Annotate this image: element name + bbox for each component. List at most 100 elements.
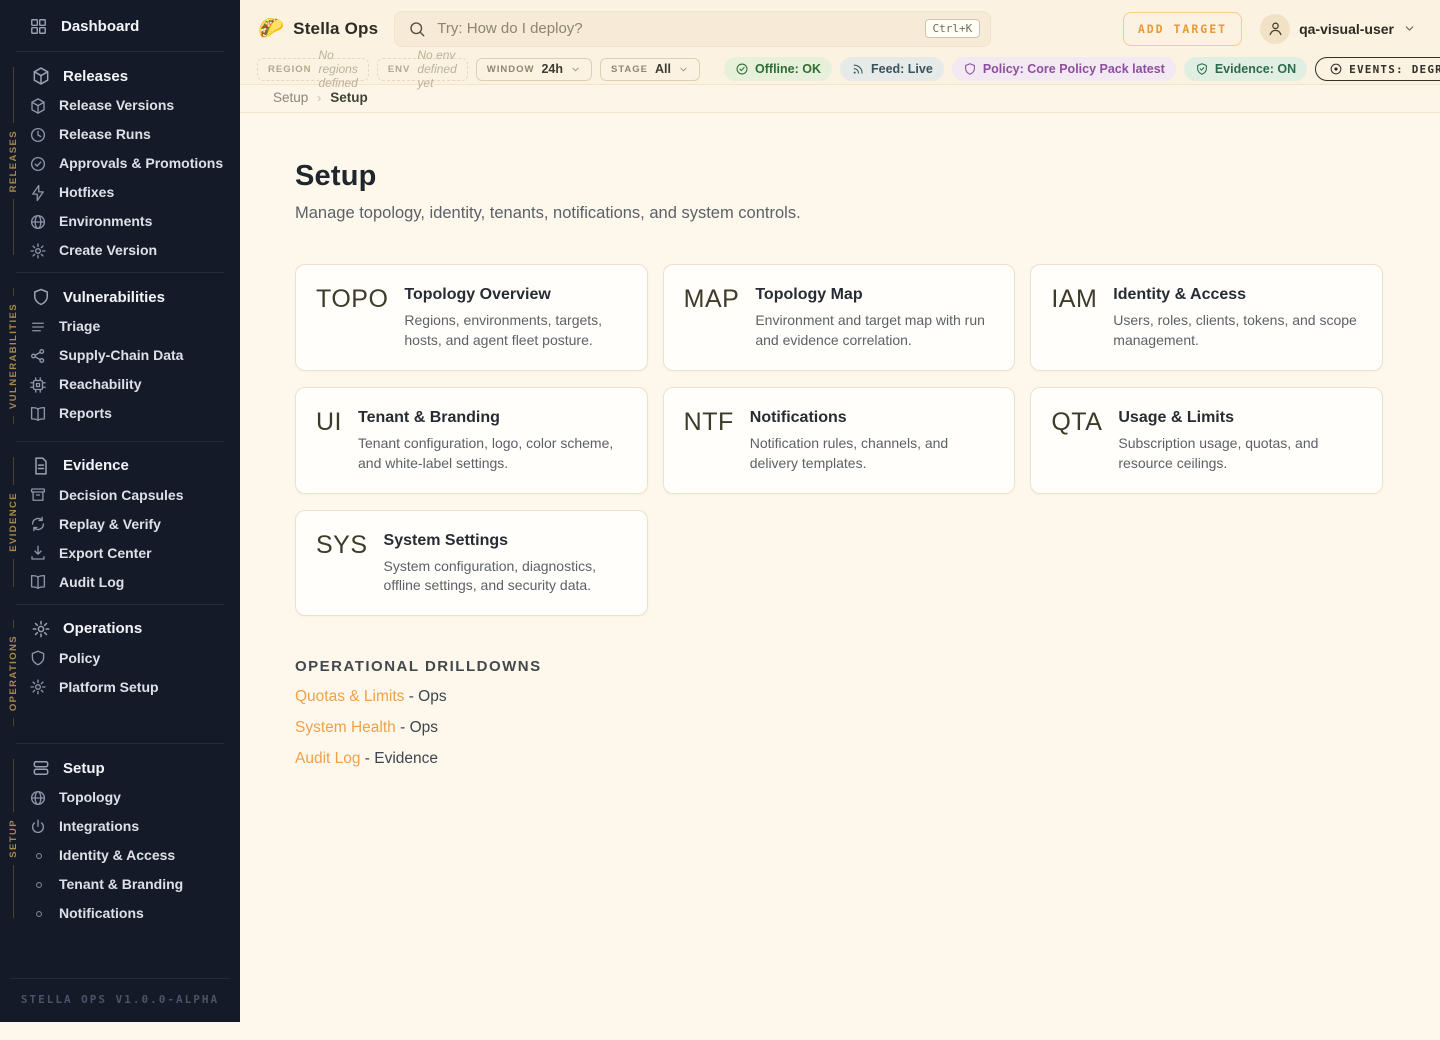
filter-select-stage[interactable]: STAGEAll — [600, 58, 700, 81]
setup-card-notifications[interactable]: NTFNotificationsNotification rules, chan… — [663, 387, 1016, 494]
search-shortcut-kbd: Ctrl+K — [925, 19, 981, 38]
rail-line — [13, 620, 14, 628]
card-abbr: QTA — [1051, 408, 1102, 437]
card-title: Notifications — [750, 409, 995, 427]
gear-icon — [29, 678, 47, 696]
person-icon — [1267, 20, 1284, 37]
drilldown-row-system-health: System Health - Ops — [295, 719, 1383, 737]
sidebar-item-tenant-branding[interactable]: Tenant & Branding — [27, 870, 240, 899]
sidebar-item-release-runs[interactable]: Release Runs — [27, 120, 240, 149]
drilldown-suffix: - Ops — [404, 688, 446, 705]
group-rail: RELEASES — [0, 61, 27, 265]
sidebar-item-supply-chain-data[interactable]: Supply-Chain Data — [27, 341, 240, 370]
status-badge-policy: Policy: Core Policy Pack latest — [952, 57, 1176, 81]
chip-value: No regions defined — [318, 48, 357, 90]
card-abbr: MAP — [684, 285, 740, 314]
sidebar-group-setup: SETUPSetupTopologyIntegrationsIdentity &… — [0, 748, 240, 932]
sidebar-item-release-versions[interactable]: Release Versions — [27, 91, 240, 120]
drilldown-link-audit-log[interactable]: Audit Log — [295, 750, 361, 767]
sidebar-item-releases[interactable]: Releases — [27, 61, 240, 91]
card-body: Usage & LimitsSubscription usage, quotas… — [1118, 407, 1362, 474]
breadcrumb-item[interactable]: Setup — [273, 90, 308, 105]
sidebar-item-platform-setup[interactable]: Platform Setup — [27, 673, 240, 702]
sidebar-item-triage[interactable]: Triage — [27, 312, 240, 341]
group-vertical-label: OPERATIONS — [8, 635, 19, 711]
setup-card-topology-overview[interactable]: TOPOTopology OverviewRegions, environmen… — [295, 264, 648, 371]
group-vertical-label: RELEASES — [8, 130, 19, 192]
dot-icon — [32, 849, 46, 863]
chip-value: No env defined yet — [417, 48, 456, 90]
rail-line — [13, 288, 14, 296]
page-content: Setup Manage topology, identity, tenants… — [240, 113, 1440, 808]
sidebar-item-integrations[interactable]: Integrations — [27, 812, 240, 841]
card-abbr: IAM — [1051, 285, 1097, 314]
sidebar-item-approvals-promotions[interactable]: Approvals & Promotions — [27, 149, 240, 178]
sidebar-item-setup[interactable]: Setup — [27, 753, 240, 783]
power-icon — [29, 818, 47, 836]
search-input[interactable]: Try: How do I deploy? Ctrl+K — [394, 11, 991, 47]
sidebar-item-environments[interactable]: Environments — [27, 207, 240, 236]
badge-label: Offline: OK — [755, 62, 821, 76]
sidebar-item-policy[interactable]: Policy — [27, 644, 240, 673]
chip-label: WINDOW — [487, 64, 535, 75]
drilldown-link-quotas-limits[interactable]: Quotas & Limits — [295, 688, 404, 705]
setup-card-topology-map[interactable]: MAPTopology MapEnvironment and target ma… — [663, 264, 1016, 371]
user-menu[interactable]: qa-visual-user — [1260, 14, 1424, 44]
sidebar-item-label: Release Versions — [59, 96, 174, 115]
sidebar-item-decision-capsules[interactable]: Decision Capsules — [27, 481, 240, 510]
sidebar-item-create-version[interactable]: Create Version — [27, 236, 240, 265]
sidebar-item-identity-access[interactable]: Identity & Access — [27, 841, 240, 870]
sidebar-item-evidence[interactable]: Evidence — [27, 451, 240, 481]
setup-card-usage-limits[interactable]: QTA Usage & LimitsSubscription usage, quo… — [1030, 387, 1383, 494]
setup-card-grid: TOPOTopology OverviewRegions, environmen… — [295, 264, 1383, 616]
check-circle-icon — [29, 155, 47, 173]
setup-card-system-settings[interactable]: SYSSystem SettingsSystem configuration, … — [295, 510, 648, 617]
setup-card-tenant-branding[interactable]: UITenant & BrandingTenant configuration,… — [295, 387, 648, 494]
sidebar-spacer — [0, 932, 240, 978]
sidebar-item-audit-log[interactable]: Audit Log — [27, 568, 240, 597]
sidebar-version: STELLA OPS V1.0.0-ALPHA — [10, 978, 230, 1022]
filter-select-window[interactable]: WINDOW24h — [476, 58, 592, 81]
sidebar-item-vulnerabilities[interactable]: Vulnerabilities — [27, 282, 240, 312]
rows-icon — [31, 758, 51, 778]
chip-value: All — [655, 62, 671, 76]
drilldowns-links: Quotas & Limits - Ops System Health - Ops… — [295, 688, 1383, 768]
group-vertical-label: EVIDENCE — [8, 492, 19, 552]
sidebar-item-notifications[interactable]: Notifications — [27, 899, 240, 928]
breadcrumb-chevron-icon: › — [317, 91, 321, 105]
page-title: Setup — [295, 160, 1383, 193]
sidebar-item-replay-verify[interactable]: Replay & Verify — [27, 510, 240, 539]
chevron-down-icon — [1403, 22, 1416, 35]
sidebar-item-label: Supply-Chain Data — [59, 346, 183, 365]
sidebar-item-export-center[interactable]: Export Center — [27, 539, 240, 568]
add-target-button[interactable]: ADD TARGET — [1123, 12, 1242, 46]
sidebar-item-topology[interactable]: Topology — [27, 783, 240, 812]
group-rail: SETUP — [0, 753, 27, 928]
sidebar-item-operations[interactable]: Operations — [27, 614, 240, 644]
sidebar-item-reachability[interactable]: Reachability — [27, 370, 240, 399]
sidebar-item-dashboard[interactable]: Dashboard — [0, 0, 240, 48]
search-placeholder: Try: How do I deploy? — [437, 20, 913, 37]
drilldown-link-system-health[interactable]: System Health — [295, 719, 396, 736]
sidebar-item-reports[interactable]: Reports — [27, 399, 240, 428]
rail-line — [13, 416, 14, 424]
shield-check-icon — [1195, 62, 1209, 76]
rail-line — [13, 457, 14, 485]
sidebar-group-vulnerabilities: VULNERABILITIESVulnerabilitiesTriageSupp… — [0, 277, 240, 438]
group-items: SetupTopologyIntegrationsIdentity & Acce… — [27, 753, 240, 928]
card-description: Users, roles, clients, tokens, and scope… — [1113, 311, 1362, 351]
card-description: Subscription usage, quotas, and resource… — [1118, 434, 1362, 474]
sidebar-groups: RELEASES Releases Release Versions Release … — [0, 56, 240, 932]
brand[interactable]: 🌮 Stella Ops — [258, 18, 378, 39]
card-description: Notification rules, channels, and delive… — [750, 434, 995, 474]
cpu-icon — [29, 376, 47, 394]
filter-chip-region: REGIONNo regions defined — [257, 58, 369, 81]
chip-label: REGION — [268, 64, 311, 75]
group-items: OperationsPolicyPlatform Setup — [27, 614, 240, 736]
sidebar-item-hotfixes[interactable]: Hotfixes — [27, 178, 240, 207]
setup-card-identity-access[interactable]: IAMIdentity & AccessUsers, roles, client… — [1030, 264, 1383, 371]
sidebar-item-label: Evidence — [63, 456, 129, 475]
topbar-right: ADD TARGET qa-visual-user — [1123, 12, 1424, 46]
operational-drilldowns: OPERATIONAL DRILLDOWNS Quotas & Limits -… — [295, 658, 1383, 808]
card-description: Tenant configuration, logo, color scheme… — [358, 434, 627, 474]
